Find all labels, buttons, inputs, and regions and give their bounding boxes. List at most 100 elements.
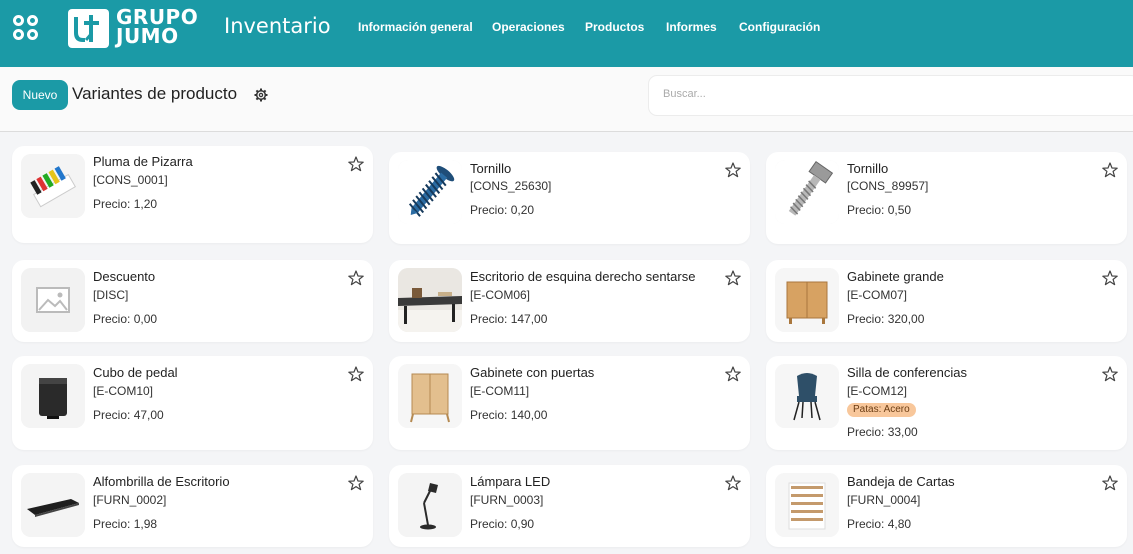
product-price: Precio: 0,90 — [470, 517, 534, 531]
product-reference: [CONS_89957] — [847, 179, 929, 193]
price-prefix: Precio: — [847, 312, 888, 326]
price-value: 0,90 — [510, 517, 535, 531]
product-card[interactable]: Bandeja de Cartas [FURN_0004] Precio: 4,80 — [766, 465, 1127, 547]
new-button[interactable]: Nuevo — [12, 80, 68, 110]
favorite-star-icon[interactable] — [348, 156, 364, 172]
favorite-star-icon[interactable] — [725, 366, 741, 382]
price-value: 1,20 — [133, 197, 158, 211]
gear-icon[interactable] — [254, 88, 268, 102]
product-card[interactable]: Alfombrilla de Escritorio [FURN_0002] Prec… — [12, 465, 373, 547]
page-title: Variantes de producto — [72, 84, 238, 103]
menu-item-configuracion[interactable]: Configuración — [739, 20, 820, 34]
bolt-silver-image — [775, 160, 839, 224]
product-name: Bandeja de Cartas — [847, 474, 955, 489]
price-prefix: Precio: — [93, 517, 134, 531]
price-value: 4,80 — [887, 517, 912, 531]
price-prefix: Precio: — [470, 312, 511, 326]
product-reference: [E-COM10] — [93, 384, 154, 398]
search-input[interactable]: Buscar... — [649, 76, 1133, 115]
price-value: 33,00 — [887, 425, 918, 439]
price-value: 147,00 — [510, 312, 548, 326]
product-name: Gabinete con puertas — [470, 365, 595, 380]
favorite-star-icon[interactable] — [348, 475, 364, 491]
product-reference: [FURN_0002] — [93, 493, 167, 507]
price-prefix: Precio: — [847, 517, 888, 531]
menu-item-informes[interactable]: Informes — [666, 20, 717, 34]
product-price: Precio: 33,00 — [847, 425, 918, 439]
product-card[interactable]: Cubo de pedal [E-COM10] Precio: 47,00 — [12, 356, 373, 450]
favorite-star-icon[interactable] — [348, 366, 364, 382]
product-reference: [CONS_25630] — [470, 179, 552, 193]
product-card[interactable]: Pluma de Pizarra [CONS_0001] Precio: 1,20 — [12, 146, 373, 243]
price-value: 0,00 — [133, 312, 158, 326]
product-card[interactable]: Escritorio de esquina derecho sentarse [E… — [389, 260, 750, 342]
product-reference: [FURN_0004] — [847, 493, 921, 507]
favorite-star-icon[interactable] — [1102, 475, 1118, 491]
product-reference: [DISC] — [93, 288, 129, 302]
product-name: Alfombrilla de Escritorio — [93, 474, 230, 489]
favorite-star-icon[interactable] — [725, 475, 741, 491]
menu-item-productos[interactable]: Productos — [585, 20, 644, 34]
favorite-star-icon[interactable] — [725, 270, 741, 286]
product-card[interactable]: Gabinete grande [E-COM07] Precio: 320,00 — [766, 260, 1127, 342]
top-navbar: GRUPO JUMO Inventario Información genera… — [0, 0, 1133, 67]
screw-blue-image — [398, 160, 462, 224]
product-reference: [E-COM07] — [847, 288, 908, 302]
product-name: Cubo de pedal — [93, 365, 178, 380]
product-price: Precio: 0,00 — [93, 312, 157, 326]
product-price: Precio: 0,50 — [847, 203, 911, 217]
favorite-star-icon[interactable] — [1102, 366, 1118, 382]
product-name: Silla de conferencias — [847, 365, 967, 380]
product-name: Gabinete grande — [847, 269, 944, 284]
product-card[interactable]: Silla de conferencias [E-COM12] Patas: Ace… — [766, 356, 1127, 450]
cabinet-large-image — [775, 268, 839, 332]
company-logo-text: GRUPO JUMO — [116, 7, 198, 48]
price-value: 0,20 — [510, 203, 535, 217]
control-panel: Nuevo Variantes de producto Buscar... — [0, 67, 1133, 132]
product-card[interactable]: Descuento [DISC] Precio: 0,00 — [12, 260, 373, 342]
product-price: Precio: 0,20 — [470, 203, 534, 217]
logo-line-2: JUMO — [116, 24, 179, 48]
product-price: Precio: 4,80 — [847, 517, 911, 531]
price-prefix: Precio: — [93, 312, 134, 326]
search-placeholder: Buscar... — [663, 88, 706, 100]
product-card[interactable]: Tornillo [CONS_25630] Precio: 0,20 — [389, 152, 750, 244]
price-prefix: Precio: — [470, 517, 511, 531]
product-card[interactable]: Lámpara LED [FURN_0003] Precio: 0,90 — [389, 465, 750, 547]
attribute-badge: Patas: Acero — [847, 403, 916, 417]
price-prefix: Precio: — [93, 197, 134, 211]
price-prefix: Precio: — [847, 203, 888, 217]
company-logo-icon — [68, 9, 109, 48]
app-title[interactable]: Inventario — [224, 14, 331, 38]
desk-pad-image — [21, 473, 85, 537]
product-reference: [E-COM12] — [847, 384, 908, 398]
product-price: Precio: 47,00 — [93, 408, 164, 422]
lamp-image — [398, 473, 462, 537]
product-name: Tornillo — [847, 161, 889, 176]
menu-item-operaciones[interactable]: Operaciones — [492, 20, 565, 34]
product-reference: [FURN_0003] — [470, 493, 544, 507]
product-name: Escritorio de esquina derecho sentarse — [470, 269, 696, 284]
price-value: 47,00 — [133, 408, 164, 422]
apps-menu-icon[interactable] — [13, 15, 39, 41]
product-card[interactable]: Tornillo [CONS_89957] Precio: 0,50 — [766, 152, 1127, 244]
product-name: Tornillo — [470, 161, 512, 176]
price-value: 0,50 — [887, 203, 912, 217]
price-prefix: Precio: — [847, 425, 888, 439]
chair-image — [775, 364, 839, 428]
product-price: Precio: 320,00 — [847, 312, 924, 326]
favorite-star-icon[interactable] — [1102, 162, 1118, 178]
favorite-star-icon[interactable] — [1102, 270, 1118, 286]
pedal-bin-image — [21, 364, 85, 428]
menu-item-informacion-general[interactable]: Información general — [358, 20, 473, 34]
price-prefix: Precio: — [93, 408, 134, 422]
favorite-star-icon[interactable] — [725, 162, 741, 178]
product-name: Pluma de Pizarra — [93, 154, 193, 169]
product-price: Precio: 140,00 — [470, 408, 547, 422]
placeholder-image — [21, 268, 85, 332]
favorite-star-icon[interactable] — [348, 270, 364, 286]
price-prefix: Precio: — [470, 203, 511, 217]
letter-tray-image — [775, 473, 839, 537]
price-value: 320,00 — [887, 312, 925, 326]
product-card[interactable]: Gabinete con puertas [E-COM11] Precio: 140… — [389, 356, 750, 450]
